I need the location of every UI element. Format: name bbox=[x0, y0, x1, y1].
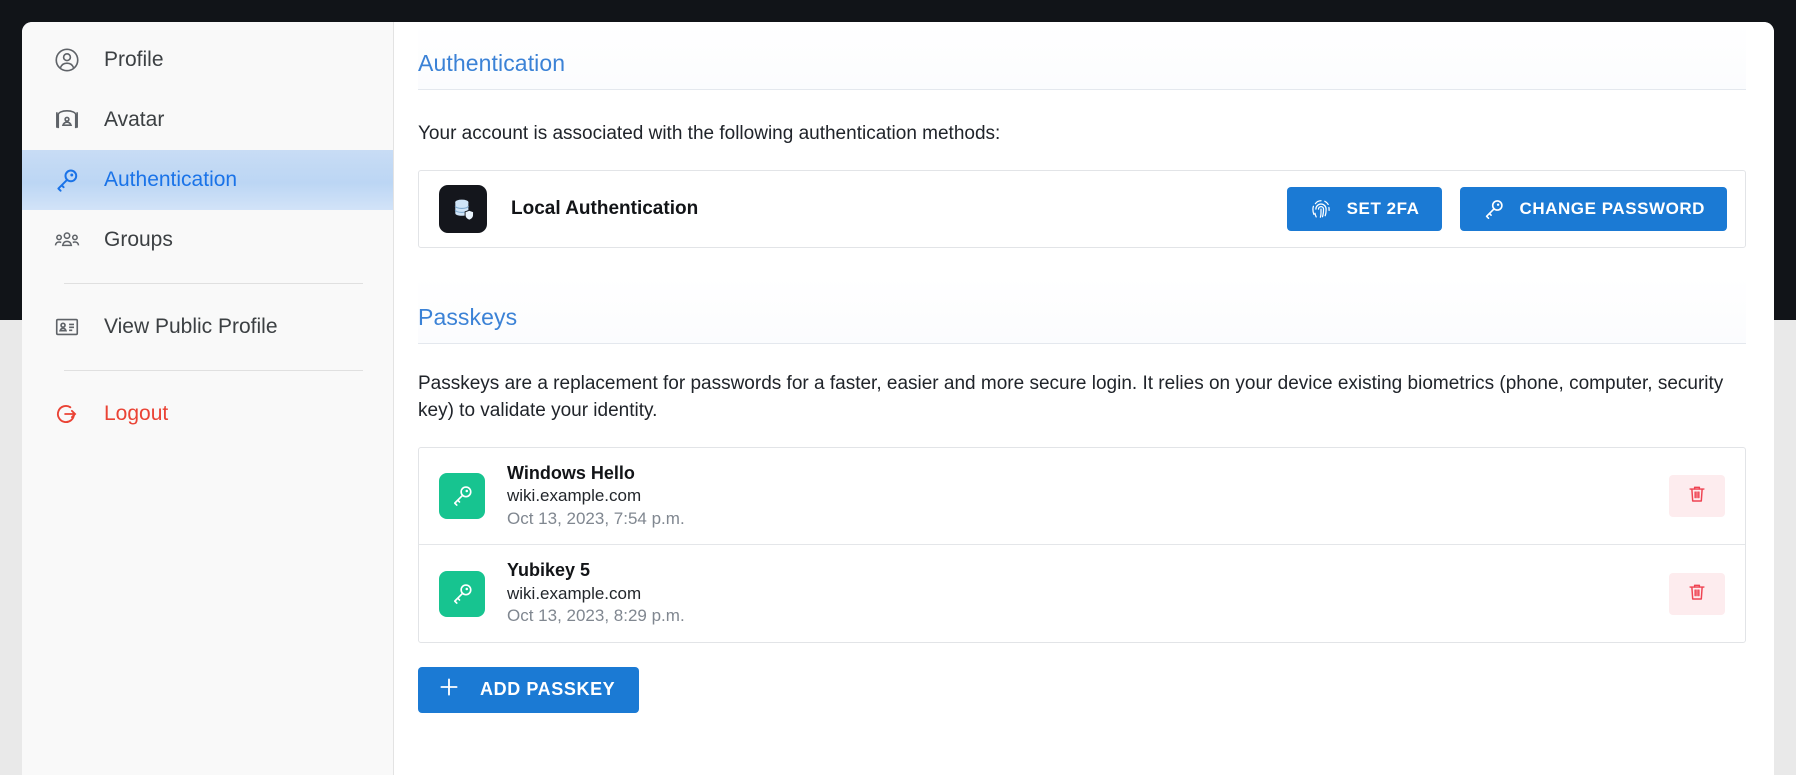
key-icon bbox=[1482, 197, 1506, 221]
passkeys-section-header: Passkeys bbox=[418, 276, 1746, 344]
sidebar-item-label: Profile bbox=[104, 48, 164, 72]
database-shield-icon bbox=[439, 185, 487, 233]
auth-method-row: Local Authentication bbox=[419, 171, 1745, 247]
sidebar-item-groups[interactable]: Groups bbox=[22, 210, 393, 270]
trash-icon bbox=[1686, 483, 1708, 508]
passkeys-description: Passkeys are a replacement for passwords… bbox=[418, 344, 1738, 447]
sidebar-item-label: Avatar bbox=[104, 108, 164, 132]
key-icon bbox=[439, 473, 485, 519]
auth-method-name: Local Authentication bbox=[511, 198, 698, 220]
people-group-icon bbox=[52, 225, 82, 255]
authentication-lead-text: Your account is associated with the foll… bbox=[418, 90, 1746, 170]
add-passkey-label: ADD PASSKEY bbox=[480, 679, 615, 700]
sidebar-item-avatar[interactable]: Avatar bbox=[22, 90, 393, 150]
sidebar-item-label: View Public Profile bbox=[104, 315, 278, 339]
passkey-meta: Windows Hello wiki.example.com Oct 13, 2… bbox=[507, 462, 685, 531]
passkeys-title: Passkeys bbox=[418, 304, 1746, 331]
sidebar-item-logout[interactable]: Logout bbox=[22, 384, 393, 444]
passkey-domain: wiki.example.com bbox=[507, 583, 685, 605]
trash-icon bbox=[1686, 581, 1708, 606]
page-root: Profile Avatar bbox=[0, 0, 1796, 775]
main-content: Authentication Your account is associate… bbox=[394, 22, 1774, 775]
page-title: Authentication bbox=[418, 50, 1746, 77]
change-password-label: CHANGE PASSWORD bbox=[1520, 199, 1706, 219]
delete-passkey-button[interactable] bbox=[1669, 475, 1725, 517]
sidebar-divider-1 bbox=[64, 283, 363, 284]
authentication-section-header: Authentication bbox=[418, 22, 1746, 90]
change-password-button[interactable]: CHANGE PASSWORD bbox=[1460, 187, 1728, 231]
key-icon bbox=[52, 165, 82, 195]
sidebar: Profile Avatar bbox=[22, 22, 394, 775]
passkey-created: Oct 13, 2023, 7:54 p.m. bbox=[507, 508, 685, 530]
id-card-icon bbox=[52, 312, 82, 342]
passkey-row: Yubikey 5 wiki.example.com Oct 13, 2023,… bbox=[419, 544, 1745, 642]
add-passkey-button[interactable]: ADD PASSKEY bbox=[418, 667, 639, 713]
add-passkey-wrapper: ADD PASSKEY bbox=[418, 643, 1746, 713]
passkey-created: Oct 13, 2023, 8:29 p.m. bbox=[507, 605, 685, 627]
plus-icon bbox=[436, 674, 462, 705]
passkey-name: Windows Hello bbox=[507, 462, 685, 486]
sidebar-item-authentication[interactable]: Authentication bbox=[22, 150, 393, 210]
authentication-methods-panel: Local Authentication bbox=[418, 170, 1746, 248]
passkey-meta: Yubikey 5 wiki.example.com Oct 13, 2023,… bbox=[507, 559, 685, 628]
avatar-frame-icon bbox=[52, 105, 82, 135]
sidebar-item-profile[interactable]: Profile bbox=[22, 30, 393, 90]
passkey-domain: wiki.example.com bbox=[507, 485, 685, 507]
passkey-row: Windows Hello wiki.example.com Oct 13, 2… bbox=[419, 448, 1745, 545]
passkey-name: Yubikey 5 bbox=[507, 559, 685, 583]
sidebar-item-label: Authentication bbox=[104, 168, 237, 192]
fingerprint-icon bbox=[1309, 197, 1333, 221]
sidebar-item-label: Logout bbox=[104, 402, 168, 426]
user-circle-icon bbox=[52, 45, 82, 75]
sidebar-item-label: Groups bbox=[104, 228, 173, 252]
set-2fa-label: SET 2FA bbox=[1347, 199, 1420, 219]
sidebar-item-view-public-profile[interactable]: View Public Profile bbox=[22, 297, 393, 357]
passkeys-list-panel: Windows Hello wiki.example.com Oct 13, 2… bbox=[418, 447, 1746, 643]
delete-passkey-button[interactable] bbox=[1669, 573, 1725, 615]
set-2fa-button[interactable]: SET 2FA bbox=[1287, 187, 1442, 231]
key-icon bbox=[439, 571, 485, 617]
sidebar-divider-2 bbox=[64, 370, 363, 371]
app-card: Profile Avatar bbox=[22, 22, 1774, 775]
logout-icon bbox=[52, 399, 82, 429]
